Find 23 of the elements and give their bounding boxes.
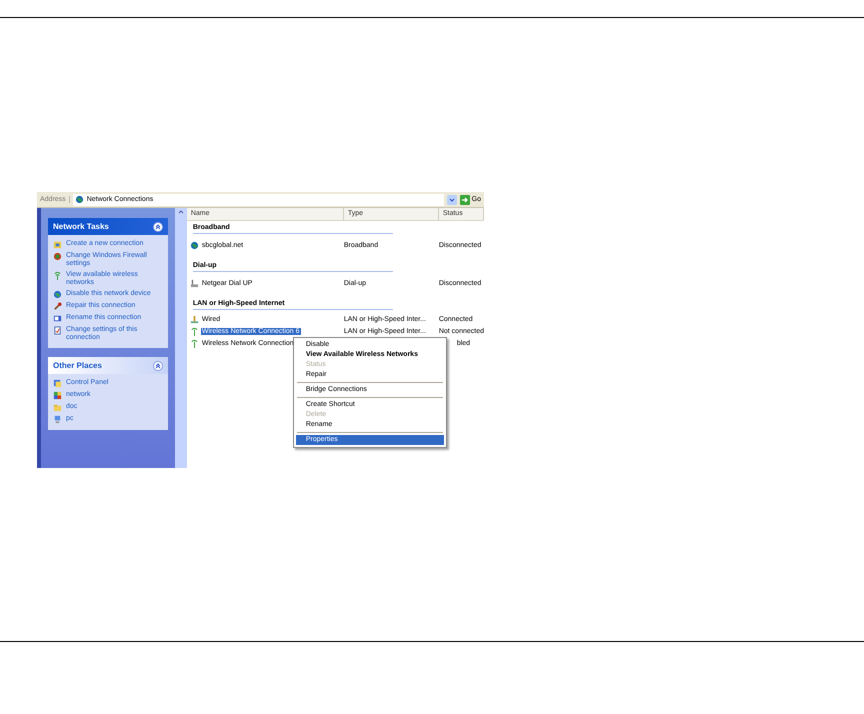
network-icon — [53, 391, 62, 400]
computer-icon — [53, 415, 62, 424]
scroll-up-icon[interactable] — [176, 208, 185, 216]
wireless-icon — [190, 326, 199, 336]
arrow-icon — [460, 194, 470, 204]
globe-icon — [74, 195, 84, 204]
rename-icon — [53, 314, 62, 323]
network-cable-icon — [190, 314, 199, 324]
wireless-icon — [190, 338, 199, 348]
wireless-icon — [53, 271, 62, 280]
wrench-icon — [53, 302, 62, 311]
globe-icon — [53, 290, 62, 299]
dropdown-icon[interactable] — [446, 194, 457, 204]
panel-title: Other Places — [53, 361, 102, 370]
document-icon — [53, 326, 62, 335]
globe-icon — [190, 240, 199, 250]
collapse-icon[interactable] — [152, 360, 163, 370]
panel-title: Network Tasks — [53, 222, 109, 231]
control-panel-icon — [53, 379, 62, 388]
modem-icon — [190, 278, 199, 288]
collapse-icon[interactable] — [152, 222, 163, 232]
shield-icon — [53, 252, 62, 261]
scrollbar[interactable] — [174, 208, 187, 468]
